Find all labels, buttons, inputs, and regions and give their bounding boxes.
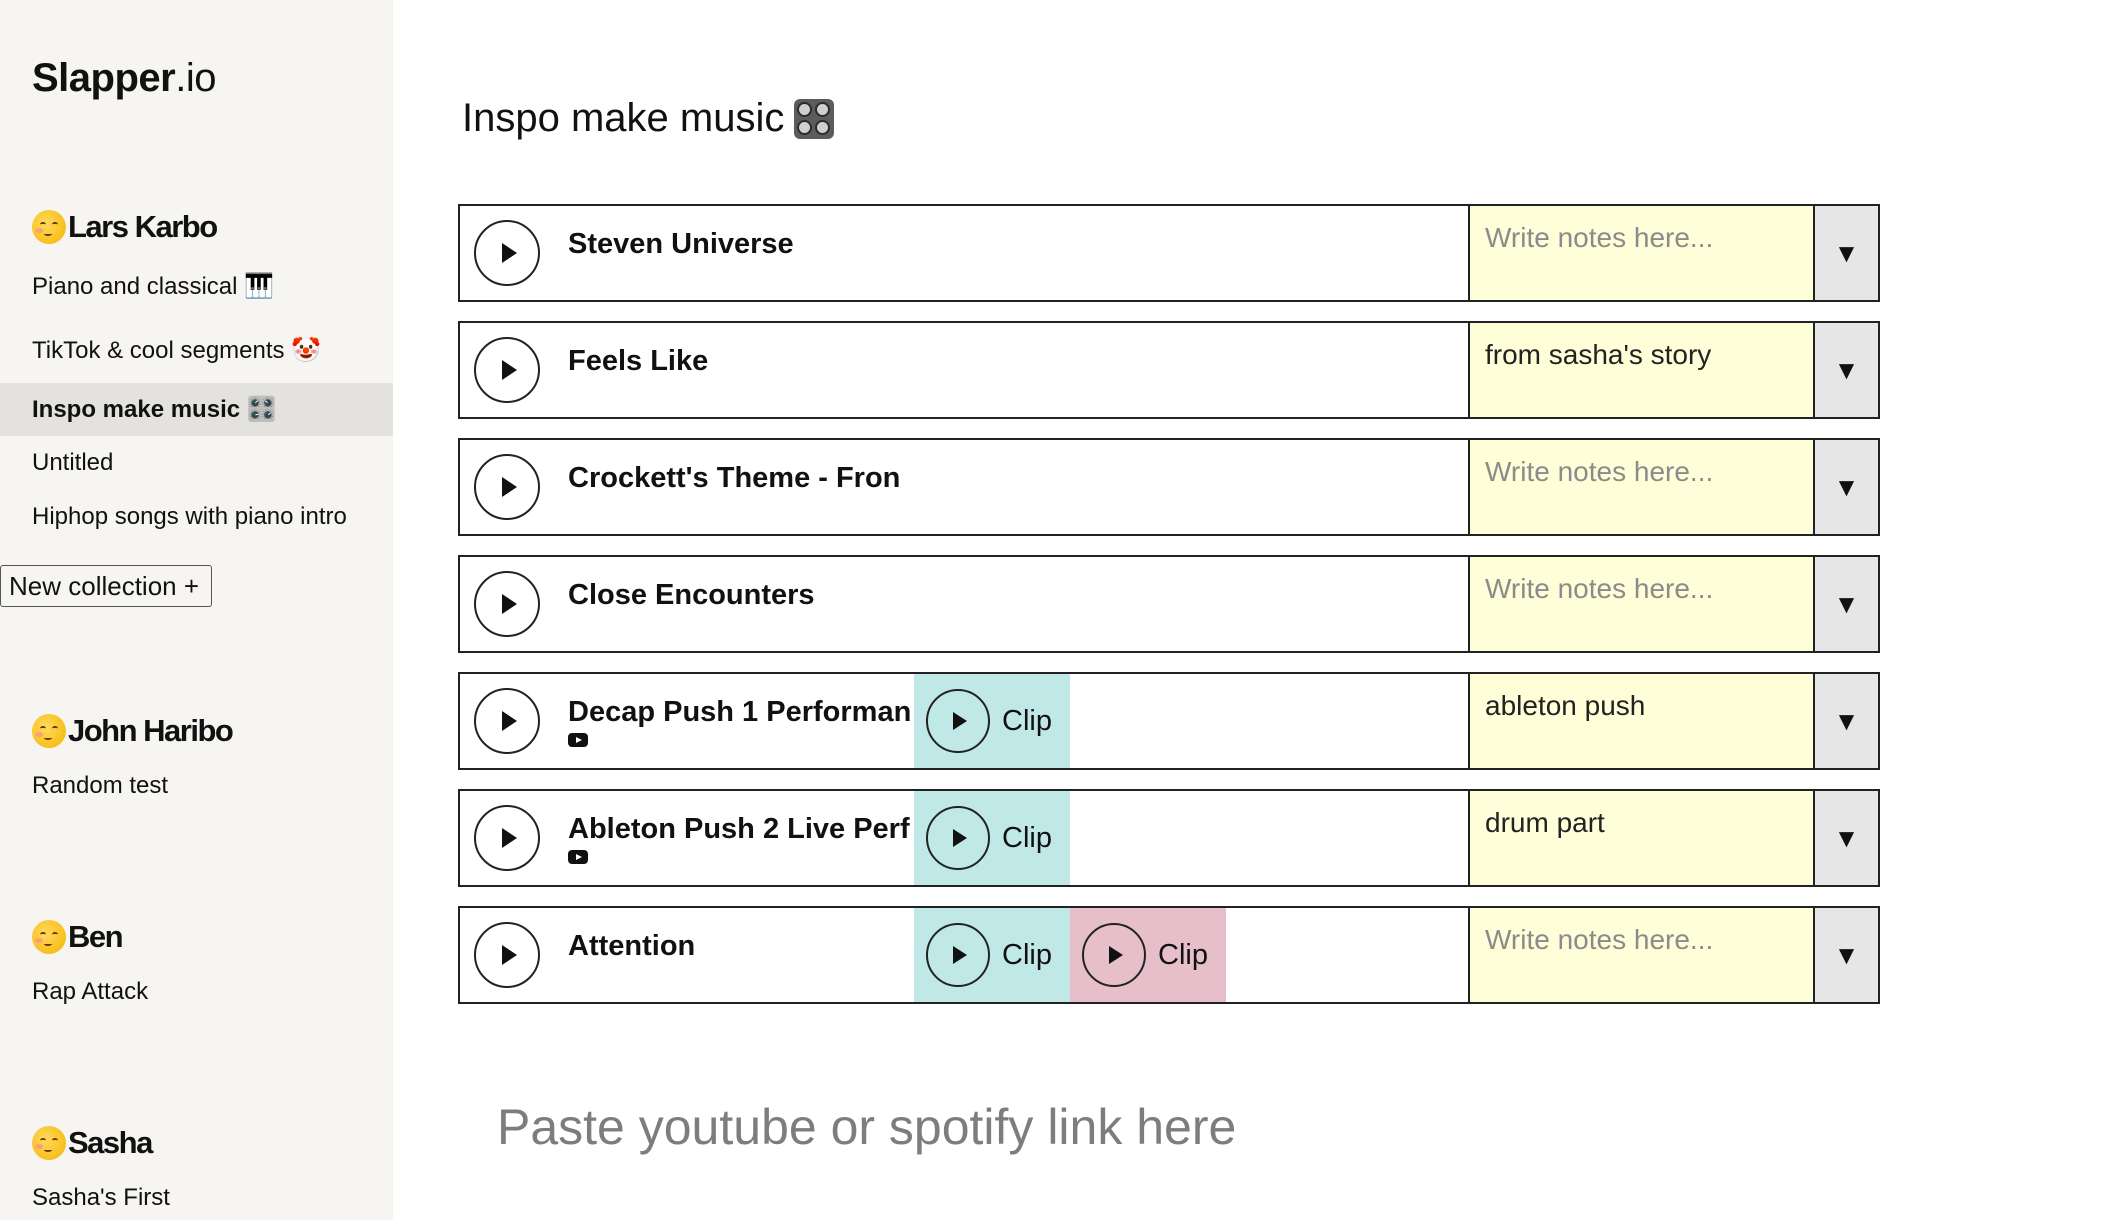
track-menu-button[interactable]: ▼ [1813, 908, 1878, 1002]
track-play-button[interactable] [474, 337, 540, 403]
sidebar-collection[interactable]: Sasha's First [0, 1172, 393, 1220]
track-main: Steven Universe [460, 206, 1468, 300]
track-menu-button[interactable]: ▼ [1813, 323, 1878, 417]
sidebar: Slapper.io Lars Karbo Piano and classica… [0, 0, 393, 1220]
track-main: Ableton Push 2 Live Perf Clip [460, 791, 1468, 885]
track-list: Steven Universe Write notes here... ▼ Fe… [458, 204, 1880, 1023]
track-title[interactable]: Decap Push 1 Performan [568, 696, 918, 729]
smiling-face-icon [32, 920, 66, 954]
track-menu-button[interactable]: ▼ [1813, 440, 1878, 534]
track-title[interactable]: Close Encounters [568, 579, 918, 612]
clip-segment[interactable]: Clip [914, 674, 1070, 768]
user-heading: Sasha [32, 1125, 153, 1161]
track-row: Steven Universe Write notes here... ▼ [458, 204, 1880, 302]
new-collection-button[interactable]: New collection + [0, 565, 213, 607]
caret-down-icon: ▼ [1833, 822, 1860, 853]
track-row: Decap Push 1 Performan Clip ableton push… [458, 672, 1880, 770]
play-icon [501, 360, 517, 380]
track-row: Crockett's Theme - Fron Write notes here… [458, 438, 1880, 536]
track-menu-button[interactable]: ▼ [1813, 206, 1878, 300]
notes-field[interactable]: from sasha's story [1468, 323, 1813, 417]
play-icon [953, 712, 967, 730]
caret-down-icon: ▼ [1833, 939, 1860, 970]
track-title[interactable]: Attention [568, 930, 918, 963]
clip-label: Clip [1158, 938, 1208, 971]
track-row: Ableton Push 2 Live Perf Clip drum part … [458, 789, 1880, 887]
youtube-icon [568, 850, 588, 864]
track-main: Crockett's Theme - Fron [460, 440, 1468, 534]
sidebar-collection[interactable]: Rap Attack [0, 966, 393, 1018]
play-icon [501, 711, 517, 731]
track-title[interactable]: Crockett's Theme - Fron [568, 462, 918, 495]
smiling-face-icon [32, 1126, 66, 1160]
user-heading: John Haribo [32, 713, 234, 749]
clip-segment[interactable]: Clip [914, 908, 1070, 1002]
clip-play-button[interactable] [926, 689, 990, 753]
track-title[interactable]: Steven Universe [568, 228, 918, 261]
youtube-icon [568, 733, 588, 747]
clip-label: Clip [1002, 704, 1052, 737]
sidebar-collection[interactable]: Random test [0, 760, 393, 812]
clip-label: Clip [1002, 938, 1052, 971]
clip-play-button[interactable] [1082, 923, 1146, 987]
track-menu-button[interactable]: ▼ [1813, 674, 1878, 768]
sidebar-collection[interactable]: Hiphop songs with piano intro [0, 491, 393, 543]
play-icon [1109, 946, 1123, 964]
notes-field[interactable]: Write notes here... [1468, 440, 1813, 534]
play-icon [501, 243, 517, 263]
caret-down-icon: ▼ [1833, 588, 1860, 619]
sidebar-collection[interactable]: TikTok & cool segments 🤡 [0, 325, 393, 377]
notes-field[interactable]: Write notes here... [1468, 206, 1813, 300]
play-icon [501, 477, 517, 497]
track-row: Feels Like from sasha's story ▼ [458, 321, 1880, 419]
caret-down-icon: ▼ [1833, 471, 1860, 502]
track-menu-button[interactable]: ▼ [1813, 791, 1878, 885]
track-main: Decap Push 1 Performan Clip [460, 674, 1468, 768]
clip-segment[interactable]: Clip [914, 791, 1070, 885]
clip-label: Clip [1002, 821, 1052, 854]
track-title[interactable]: Feels Like [568, 345, 918, 378]
clip-segment[interactable]: Clip [1070, 908, 1226, 1002]
logo[interactable]: Slapper.io [32, 56, 216, 101]
track-main: Close Encounters [460, 557, 1468, 651]
control-knobs-icon [794, 98, 835, 139]
track-main: Attention Clip Clip [460, 908, 1468, 1002]
notes-field[interactable]: Write notes here... [1468, 908, 1813, 1002]
clip-play-button[interactable] [926, 923, 990, 987]
track-title[interactable]: Ableton Push 2 Live Perf [568, 813, 918, 846]
notes-field[interactable]: drum part [1468, 791, 1813, 885]
sidebar-collection-active[interactable]: Inspo make music 🎛️ [0, 383, 393, 436]
page-title: Inspo make music [462, 96, 835, 141]
user-heading: Lars Karbo [32, 209, 218, 245]
track-play-button[interactable] [474, 571, 540, 637]
caret-down-icon: ▼ [1833, 237, 1860, 268]
play-icon [953, 946, 967, 964]
smiling-face-icon [32, 714, 66, 748]
play-icon [953, 829, 967, 847]
track-play-button[interactable] [474, 688, 540, 754]
caret-down-icon: ▼ [1833, 705, 1860, 736]
track-play-button[interactable] [474, 220, 540, 286]
notes-field[interactable]: Write notes here... [1468, 557, 1813, 651]
track-play-button[interactable] [474, 454, 540, 520]
sidebar-collection[interactable]: Piano and classical 🎹 [0, 261, 393, 313]
smiling-face-icon [32, 210, 66, 244]
track-menu-button[interactable]: ▼ [1813, 557, 1878, 651]
caret-down-icon: ▼ [1833, 354, 1860, 385]
track-row: Close Encounters Write notes here... ▼ [458, 555, 1880, 653]
paste-link-input[interactable]: Paste youtube or spotify link here [497, 1098, 1236, 1156]
notes-field[interactable]: ableton push [1468, 674, 1813, 768]
track-main: Feels Like [460, 323, 1468, 417]
user-heading: Ben [32, 919, 124, 955]
track-row: Attention Clip Clip Write notes here... … [458, 906, 1880, 1004]
clip-play-button[interactable] [926, 806, 990, 870]
play-icon [501, 828, 517, 848]
sidebar-collection[interactable]: Untitled [0, 437, 393, 489]
play-icon [501, 594, 517, 614]
track-play-button[interactable] [474, 922, 540, 988]
play-icon [501, 945, 517, 965]
track-play-button[interactable] [474, 805, 540, 871]
